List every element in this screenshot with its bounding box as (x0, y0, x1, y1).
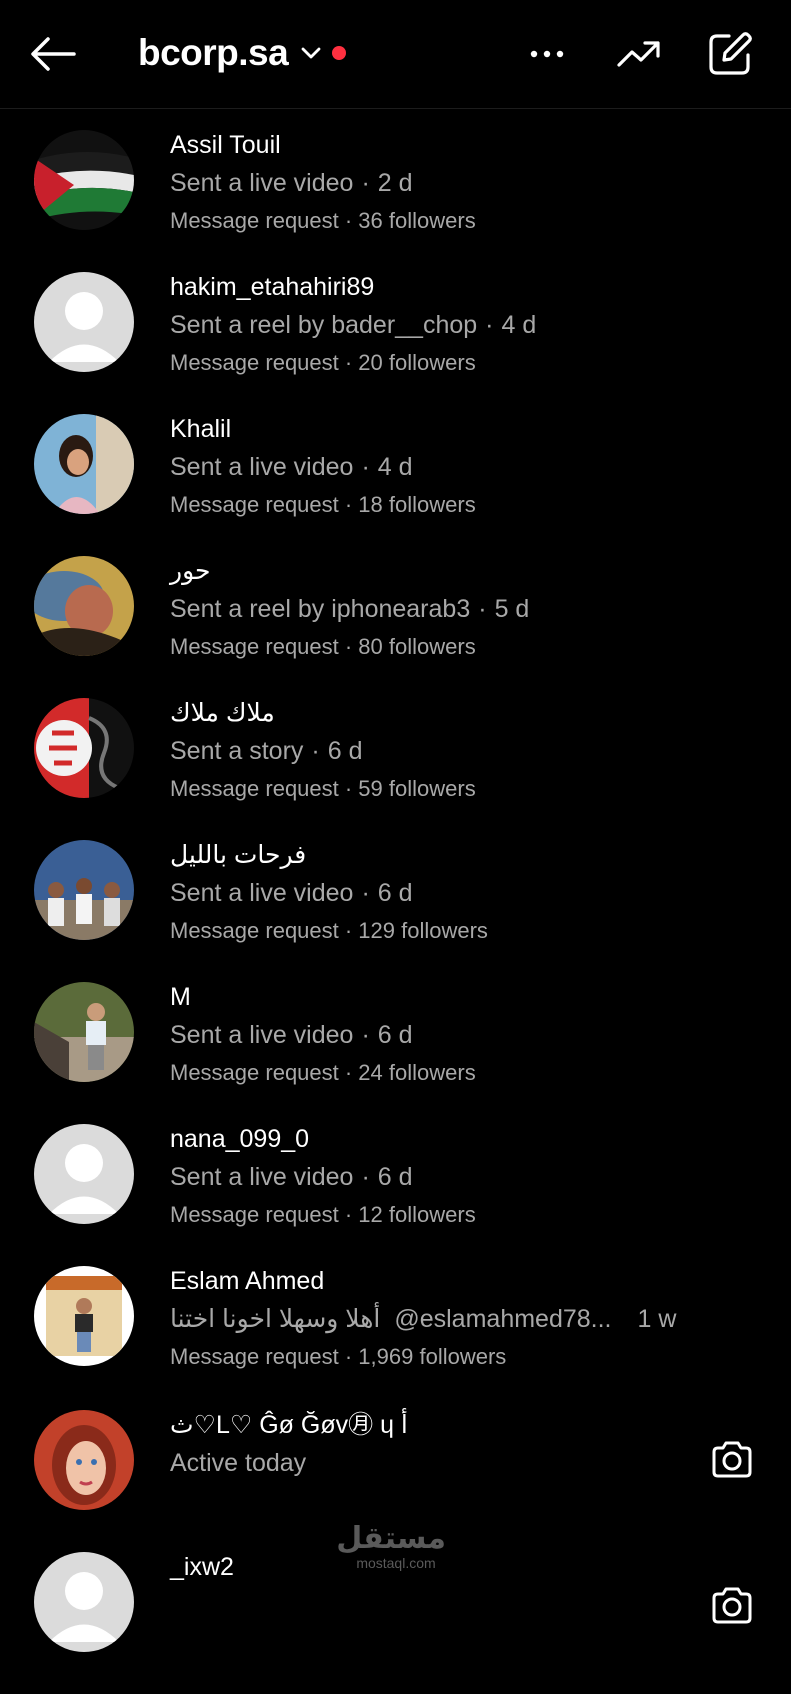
thread-name: nana_099_0 (170, 1125, 310, 1153)
thread-preview: Sent a reel by bader__chop (170, 311, 478, 339)
thread-row[interactable]: حور Sent a reel by iphonearab3 · 5 d Messa… (0, 556, 791, 698)
thread-meta: Message request · 1,969 followers (170, 1344, 507, 1369)
thread-name: ث♡L♡ Ĝø Ğøv㊊ ɥ أ (170, 1411, 408, 1439)
thread-name: فرحات بالليل (170, 841, 307, 869)
thread-name: ملاك ملاك (170, 699, 275, 727)
default-avatar-icon (34, 1124, 134, 1224)
thread-preview: Sent a reel by iphonearab3 (170, 595, 471, 623)
thread-meta: Message request · 59 followers (170, 776, 476, 801)
thread-name: _ixw2 (170, 1553, 234, 1581)
camera-icon[interactable] (708, 1436, 756, 1484)
thread-row[interactable]: M Sent a live video · 6 d Message request … (0, 982, 791, 1124)
thread-row[interactable]: hakim_etahahiri89 Sent a reel by bader__… (0, 272, 791, 414)
thread-preview: Sent a live video (170, 453, 354, 481)
thread-row[interactable]: Khalil Sent a live video · 4 d Message req… (0, 414, 791, 556)
thread-time: 2 d (377, 169, 413, 197)
thread-meta: Message request · 129 followers (170, 918, 488, 943)
account-switcher[interactable]: bcorp.sa (138, 28, 347, 78)
thread-meta: Message request · 24 followers (170, 1060, 476, 1085)
thread-time: 6 d (377, 1163, 413, 1191)
thread-name: M (170, 983, 191, 1011)
thread-meta: Message request · 80 followers (170, 634, 476, 659)
thread-name: Eslam Ahmed (170, 1267, 325, 1295)
account-title: bcorp.sa (138, 32, 289, 73)
thread-preview: Sent a live video (170, 1021, 354, 1049)
thread-preview: Sent a live video (170, 1163, 354, 1191)
thread-meta: Message request · 36 followers (170, 208, 476, 233)
thread-row[interactable]: ملاك ملاك Sent a story · 6 d Message reque… (0, 698, 791, 840)
watermark: مستقل mostaql.com (336, 1522, 446, 1572)
back-arrow-icon[interactable] (28, 34, 78, 74)
more-icon[interactable] (523, 30, 571, 78)
thread-preview: Sent a live video (170, 879, 354, 907)
camera-icon[interactable] (708, 1582, 756, 1630)
thread-preview: Sent a live video (170, 169, 354, 197)
thread-meta: Message request · 18 followers (170, 492, 476, 517)
avatar (34, 1266, 134, 1366)
thread-row[interactable]: Assil Touil Sent a live video · 2 d Messag… (0, 130, 791, 272)
thread-preview-arabic: أهلا وسهلا اخونا اختنا (170, 1305, 381, 1333)
thread-time: 6 d (377, 1021, 413, 1049)
default-avatar-icon (34, 1552, 134, 1652)
thread-time: 4 d (377, 453, 413, 481)
thread-row[interactable]: _ixw2 (0, 1552, 791, 1694)
avatar (34, 556, 134, 656)
compose-icon[interactable] (706, 30, 754, 78)
thread-row[interactable]: Eslam Ahmed أهلا وسهلا اخونا اختنا @esla… (0, 1266, 791, 1408)
thread-name: Assil Touil (170, 131, 281, 159)
default-avatar-icon (34, 272, 134, 372)
thread-time: 5 d (494, 595, 530, 623)
watermark-arabic: مستقل (336, 1522, 446, 1555)
thread-time: 4 d (501, 311, 537, 339)
thread-meta: Message request · 12 followers (170, 1202, 476, 1227)
thread-status: Active today (170, 1449, 307, 1477)
thread-time: 6 d (327, 737, 363, 765)
thread-time: 1 w (637, 1305, 677, 1333)
thread-preview: Sent a story (170, 737, 304, 765)
thread-name: حور (170, 557, 211, 585)
unread-dot (332, 46, 347, 60)
avatar (34, 1410, 134, 1510)
avatar (34, 130, 134, 230)
avatar (34, 414, 134, 514)
thread-meta: Message request · 20 followers (170, 350, 476, 375)
top-bar: bcorp.sa (0, 0, 791, 109)
thread-time: 6 d (377, 879, 413, 907)
chevron-down-icon (301, 47, 321, 59)
thread-preview: @eslamahmed78... (394, 1305, 612, 1333)
thread-row[interactable]: nana_099_0 Sent a live video · 6 d Message… (0, 1124, 791, 1266)
trending-icon[interactable] (615, 30, 663, 78)
avatar (34, 982, 134, 1082)
watermark-latin: mostaql.com (356, 1555, 436, 1571)
thread-name: hakim_etahahiri89 (170, 273, 375, 301)
thread-name: Khalil (170, 415, 232, 443)
avatar (34, 698, 134, 798)
thread-row[interactable]: فرحات بالليل Sent a live video · 6 d Messa… (0, 840, 791, 982)
avatar (34, 840, 134, 940)
